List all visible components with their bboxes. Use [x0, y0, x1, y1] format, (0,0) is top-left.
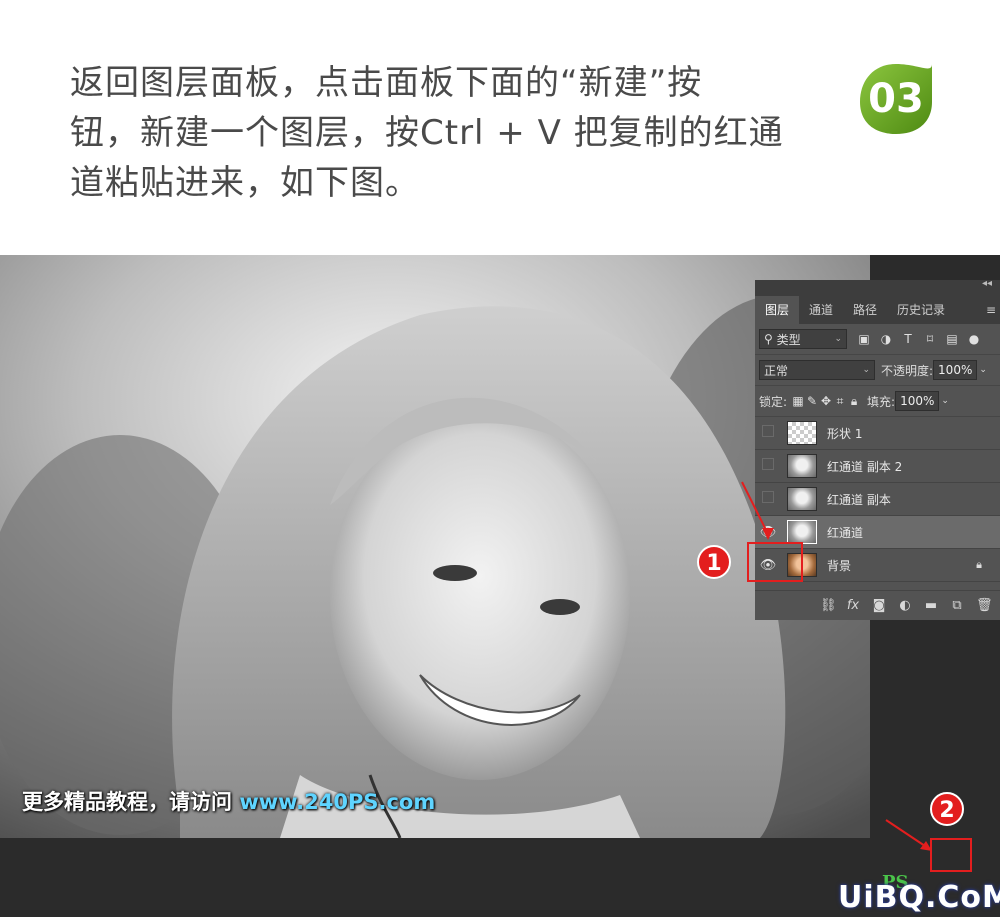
opacity-input[interactable]: 100% [933, 360, 978, 380]
folder-icon[interactable]: ▬ [924, 598, 938, 613]
portrait-photo [0, 255, 870, 838]
fill-label: 填充: [867, 394, 896, 409]
type-filter-icon[interactable]: T [901, 332, 915, 346]
adjustment-filter-icon[interactable]: ◑ [879, 332, 893, 346]
panel-header: ◂◂ [755, 278, 1000, 292]
layer-name: 背景 [827, 558, 852, 573]
tab-history[interactable]: 历史记录 [887, 296, 955, 324]
layer-row[interactable]: 红通道 副本 [755, 483, 1000, 516]
fill-input[interactable]: 100% [895, 391, 940, 411]
adjustment-layer-icon[interactable]: ◐ [898, 598, 912, 613]
panel-bottom-bar: ⛓︎ fx ◙ ◐ ▬ ⧉ 🗑︎ [755, 590, 1000, 620]
add-mask-icon[interactable]: ◙ [872, 598, 886, 613]
visibility-toggle[interactable] [755, 458, 781, 474]
blend-row: 正常 ⌄ 不透明度: 100% ⌄ [755, 355, 1000, 386]
watermark: 更多精品教程，请访问 www.240PS.com [22, 786, 435, 816]
layer-name: 红通道 [827, 525, 864, 540]
filter-type-label: 类型 [776, 332, 801, 347]
step-badge: 03 [858, 62, 934, 136]
chevron-down-icon[interactable]: ⌄ [979, 365, 987, 375]
chevron-down-icon: ⌄ [862, 365, 870, 375]
highlight-tab-layers [747, 542, 803, 582]
filter-row: ⚲ 类型 ⌄ ▣ ◑ T ⌑ ▤ ● [755, 324, 1000, 355]
watermark-prefix: 更多精品教程，请访问 [22, 790, 240, 814]
layer-thumbnail [787, 487, 817, 511]
tab-layers[interactable]: 图层 [755, 296, 800, 324]
lock-artboard-icon[interactable]: ⌗ [833, 394, 847, 408]
blend-mode-value: 正常 [764, 363, 789, 378]
fx-icon[interactable]: fx [846, 598, 860, 613]
instruction-text: 返回图层面板，点击面板下面的“新建”按 钮，新建一个图层，按Ctrl + V 把… [70, 58, 830, 208]
tab-channels[interactable]: 通道 [799, 296, 843, 324]
lock-label: 锁定: [759, 394, 788, 409]
watermark-url[interactable]: www.240PS.com [239, 790, 435, 814]
layer-name: 红通道 副本 [827, 492, 891, 507]
callout-1: 1 [697, 545, 731, 579]
layer-row[interactable]: 红通道 副本 2 [755, 450, 1000, 483]
panel-tabs: 图层 通道 路径 历史记录 ≡ [755, 292, 1000, 324]
arrow-icon [741, 481, 774, 540]
shape-filter-icon[interactable]: ⌑ [923, 332, 937, 346]
panel-menu-icon[interactable]: ≡ [986, 296, 1000, 324]
step-number: 03 [868, 76, 924, 122]
layer-thumbnail [787, 454, 817, 478]
lock-paint-icon[interactable]: ✎ [805, 394, 819, 408]
pixel-filter-icon[interactable]: ▣ [857, 332, 871, 346]
collapse-icon[interactable]: ◂◂ [982, 278, 992, 289]
filter-toggle-icon[interactable]: ● [967, 332, 981, 346]
visibility-toggle[interactable] [755, 425, 781, 441]
chevron-down-icon: ⌄ [834, 334, 842, 344]
layer-name: 红通道 副本 2 [827, 459, 903, 474]
lock-row: 锁定: ▦ ✎ ✥ ⌗ 🔒︎ 填充: 100% ⌄ [755, 386, 1000, 417]
trash-icon[interactable]: 🗑︎ [976, 598, 993, 613]
lock-position-icon[interactable]: ✥ [819, 394, 833, 408]
instruction-line-3: 道粘贴进来，如下图。 [70, 163, 420, 203]
arrow-icon [885, 819, 932, 851]
layer-thumbnail [787, 520, 817, 544]
lock-transparent-icon[interactable]: ▦ [791, 394, 805, 408]
layer-thumbnail [787, 421, 817, 445]
chevron-down-icon[interactable]: ⌄ [941, 396, 949, 406]
lock-icon: 🔒︎ [976, 558, 982, 571]
search-icon: ⚲ [764, 332, 777, 346]
site-logo: UiBQ.CoM [838, 880, 1000, 915]
tab-paths[interactable]: 路径 [843, 296, 887, 324]
filter-icons: ▣ ◑ T ⌑ ▤ ● [857, 332, 981, 346]
highlight-new-layer [930, 838, 972, 872]
new-layer-icon[interactable]: ⧉ [950, 598, 964, 613]
layer-row[interactable]: 形状 1 [755, 417, 1000, 450]
link-layers-icon[interactable]: ⛓︎ [820, 598, 837, 613]
blend-mode-select[interactable]: 正常 ⌄ [759, 360, 875, 380]
layer-name: 形状 1 [827, 426, 863, 441]
instruction-line-2: 钮，新建一个图层，按Ctrl + V 把复制的红通 [70, 113, 784, 153]
instruction-line-1: 返回图层面板，点击面板下面的“新建”按 [70, 63, 703, 103]
smart-object-filter-icon[interactable]: ▤ [945, 332, 959, 346]
lock-all-icon[interactable]: 🔒︎ [847, 394, 861, 408]
filter-type-select[interactable]: ⚲ 类型 ⌄ [759, 329, 847, 349]
opacity-label: 不透明度: [881, 363, 934, 378]
